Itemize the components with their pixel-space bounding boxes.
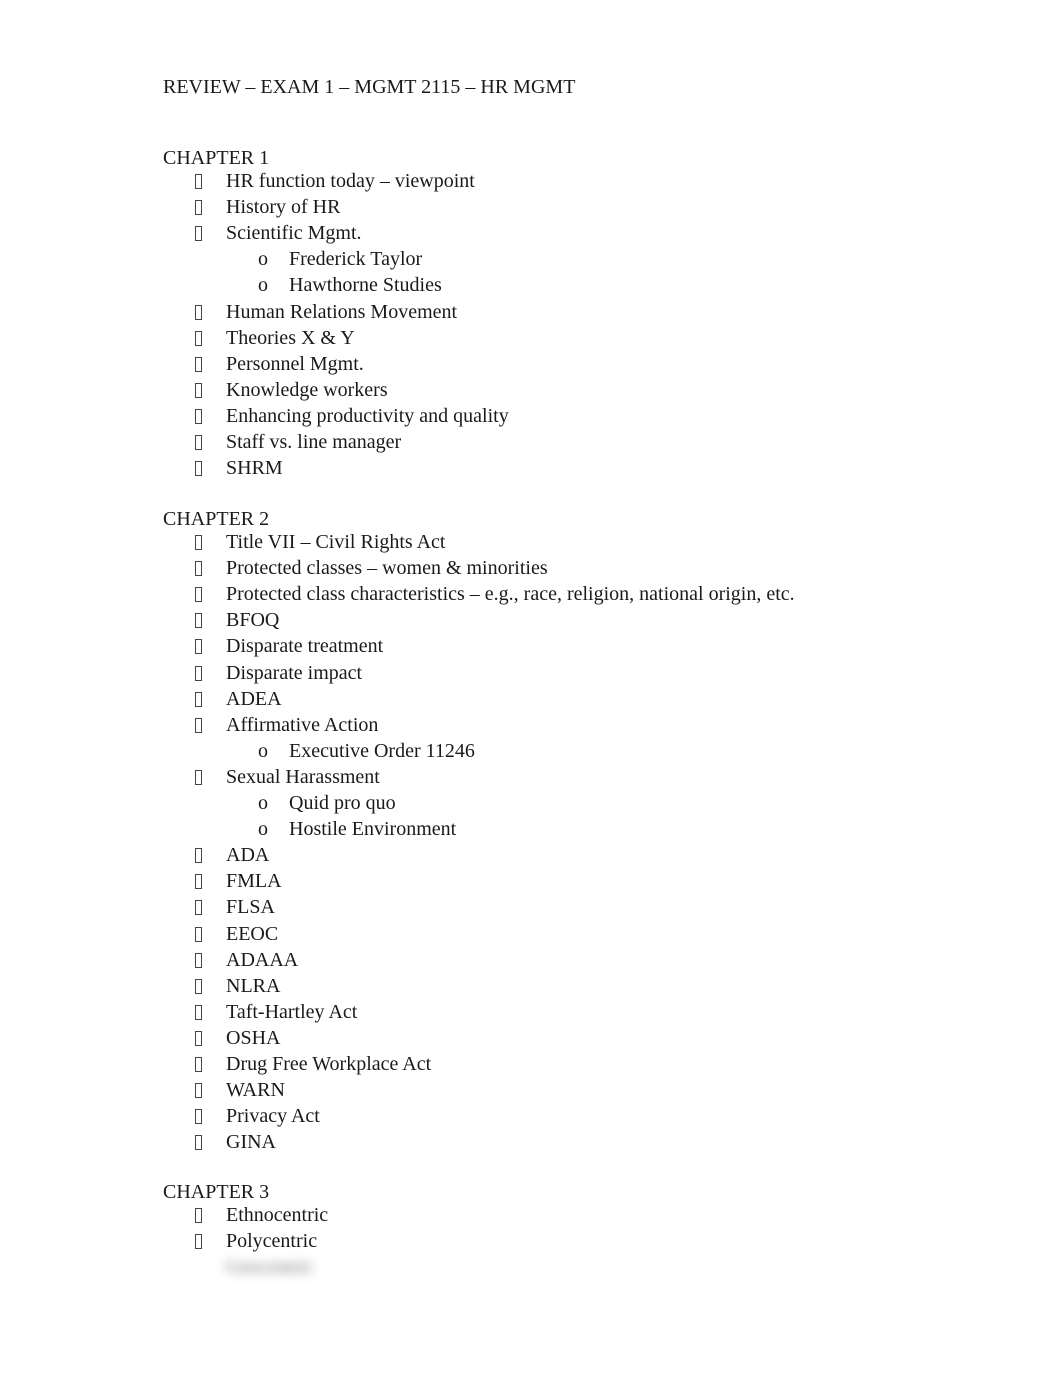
chapter-heading: CHAPTER 3 bbox=[163, 1181, 270, 1203]
list-item-label: GINA bbox=[226, 1131, 276, 1154]
list-item-label: Knowledge workers bbox=[226, 378, 388, 401]
list-item-label: Disparate impact bbox=[226, 661, 363, 684]
sub-list-item-label: Frederick Taylor bbox=[289, 248, 423, 271]
bullet-icon bbox=[195, 1135, 202, 1151]
list-item-label: Drug Free Workplace Act bbox=[226, 1053, 432, 1075]
bullet-icon bbox=[195, 1057, 202, 1072]
bullet-icon bbox=[195, 330, 202, 346]
list-item-label: Geocentric bbox=[226, 1256, 314, 1279]
sub-list-item-label: Quid pro quo bbox=[289, 792, 396, 814]
list-item-label: Enhancing productivity and quality bbox=[226, 404, 509, 427]
bullet-icon bbox=[195, 900, 202, 916]
list-item-label: Ethnocentric bbox=[226, 1204, 329, 1226]
bullet-icon bbox=[195, 1109, 202, 1125]
list-item-label: Title VII – Civil Rights Act bbox=[226, 531, 446, 553]
list-item-label: ADAAA bbox=[226, 948, 299, 971]
bullet-icon bbox=[195, 356, 202, 372]
bullet-icon bbox=[195, 1083, 202, 1099]
sub-bullet-icon: o bbox=[258, 274, 268, 297]
list-item-label: Protected class characteristics – e.g., … bbox=[226, 583, 795, 606]
chapter-heading: CHAPTER 2 bbox=[163, 508, 270, 530]
bullet-icon bbox=[195, 848, 202, 864]
list-item-label: History of HR bbox=[226, 196, 341, 219]
list-item-label: Affirmative Action bbox=[226, 713, 379, 736]
chapter-heading: CHAPTER 1 bbox=[163, 147, 270, 169]
bullet-icon bbox=[195, 174, 202, 189]
bullet-icon bbox=[195, 408, 202, 424]
sub-bullet-icon: o bbox=[258, 792, 268, 814]
list-item-label: HR function today – viewpoint bbox=[226, 170, 475, 192]
sub-bullet-icon: o bbox=[258, 739, 268, 762]
list-item-label: Privacy Act bbox=[226, 1105, 320, 1128]
list-item-label: BFOQ bbox=[226, 609, 280, 632]
list-item-label: FMLA bbox=[226, 870, 282, 893]
bullet-icon bbox=[195, 561, 202, 577]
list-item-label: SHRM bbox=[226, 457, 283, 480]
list-item-label: FLSA bbox=[226, 896, 275, 919]
list-item-label: Theories X & Y bbox=[226, 326, 355, 349]
bullet-icon bbox=[195, 665, 202, 681]
bullet-icon bbox=[195, 613, 202, 629]
bullet-icon bbox=[195, 435, 202, 450]
list-item-label: Protected classes – women & minorities bbox=[226, 557, 548, 580]
list-item-label: Disparate treatment bbox=[226, 635, 384, 658]
bullet-icon bbox=[195, 200, 202, 216]
list-item-label: ADA bbox=[226, 844, 270, 867]
bullet-icon bbox=[195, 978, 202, 994]
bullet-icon bbox=[195, 717, 202, 733]
list-item-label: EEOC bbox=[226, 922, 279, 945]
bullet-icon bbox=[195, 691, 202, 707]
bullet-icon bbox=[195, 304, 202, 320]
list-item-label: WARN bbox=[226, 1079, 285, 1102]
document-page: REVIEW – EXAM 1 – MGMT 2115 – HR MGMT CH… bbox=[0, 0, 1062, 1377]
sub-list-item-label: Executive Order 11246 bbox=[289, 739, 475, 762]
bullet-icon bbox=[195, 1208, 202, 1223]
document-title: REVIEW – EXAM 1 – MGMT 2115 – HR MGMT bbox=[163, 76, 576, 98]
sub-list-item-label: Hawthorne Studies bbox=[289, 274, 442, 297]
bullet-icon bbox=[195, 926, 202, 942]
sub-list-item-label: Hostile Environment bbox=[289, 818, 457, 841]
list-item-label: Taft-Hartley Act bbox=[226, 1000, 358, 1023]
bullet-icon bbox=[195, 1030, 202, 1046]
list-item-label: Staff vs. line manager bbox=[226, 431, 402, 453]
bullet-icon bbox=[195, 639, 202, 655]
bullet-icon bbox=[195, 535, 202, 550]
bullet-icon bbox=[195, 1234, 202, 1250]
list-item-label: OSHA bbox=[226, 1026, 281, 1049]
bullet-icon bbox=[195, 1004, 202, 1020]
bullet-icon bbox=[195, 769, 202, 785]
sub-bullet-icon: o bbox=[258, 248, 268, 271]
bullet-icon bbox=[195, 952, 202, 968]
list-item-label: ADEA bbox=[226, 687, 282, 710]
bullet-icon bbox=[195, 226, 202, 242]
list-item-label: Personnel Mgmt. bbox=[226, 352, 364, 375]
list-item-label: Sexual Harassment bbox=[226, 765, 380, 788]
list-item-label: Scientific Mgmt. bbox=[226, 222, 362, 245]
bullet-icon bbox=[195, 587, 202, 603]
bullet-icon bbox=[195, 461, 202, 477]
list-item-label: Human Relations Movement bbox=[226, 300, 458, 323]
list-item-label: Polycentric bbox=[226, 1230, 318, 1253]
sub-bullet-icon: o bbox=[258, 818, 268, 841]
bullet-icon bbox=[195, 874, 202, 890]
list-item-label: NLRA bbox=[226, 974, 281, 997]
bullet-icon bbox=[195, 382, 202, 398]
